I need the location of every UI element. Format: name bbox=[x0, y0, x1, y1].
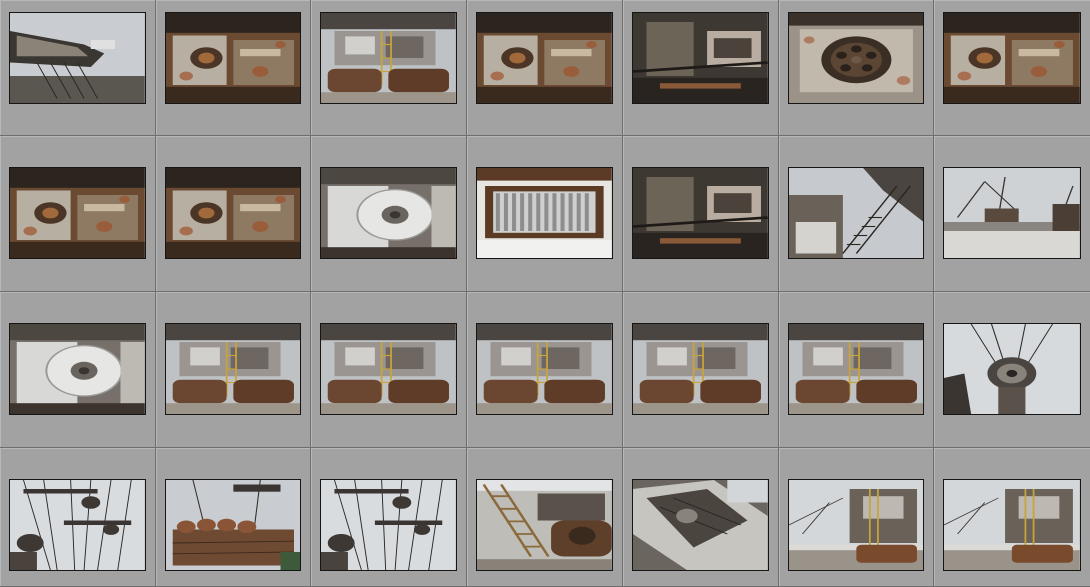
thumbnail-cell[interactable] bbox=[155, 448, 312, 587]
thumbnail-cell[interactable] bbox=[0, 292, 156, 448]
photo-image bbox=[321, 13, 457, 103]
photo-thumbnail[interactable] bbox=[631, 323, 769, 415]
thumbnail-cell[interactable] bbox=[311, 136, 468, 292]
thumbnail-cell[interactable] bbox=[778, 0, 935, 136]
photo-image bbox=[944, 13, 1080, 103]
thumbnail-cell[interactable] bbox=[622, 448, 779, 587]
photo-thumbnail[interactable] bbox=[164, 479, 302, 571]
photo-thumbnail[interactable] bbox=[943, 12, 1081, 104]
thumbnail-cell[interactable] bbox=[934, 136, 1090, 292]
photo-thumbnail[interactable] bbox=[787, 167, 925, 259]
photo-image bbox=[788, 168, 924, 258]
photo-thumbnail[interactable] bbox=[943, 167, 1081, 259]
photo-image bbox=[477, 480, 612, 570]
thumbnail-cell[interactable] bbox=[934, 292, 1090, 448]
photo-image bbox=[477, 324, 612, 414]
photo-thumbnail[interactable] bbox=[320, 479, 458, 571]
thumbnail-cell[interactable] bbox=[155, 292, 312, 448]
thumbnail-cell[interactable] bbox=[467, 136, 623, 292]
photo-thumbnail[interactable] bbox=[943, 323, 1081, 415]
photo-thumbnail[interactable] bbox=[787, 12, 925, 104]
thumbnail-cell[interactable] bbox=[622, 0, 779, 136]
photo-thumbnail[interactable] bbox=[164, 323, 302, 415]
photo-image bbox=[165, 168, 301, 258]
photo-image bbox=[632, 480, 768, 570]
photo-image bbox=[944, 324, 1080, 414]
thumbnail-cell[interactable] bbox=[778, 448, 935, 587]
photo-thumbnail[interactable] bbox=[476, 323, 613, 415]
photo-thumbnail[interactable] bbox=[164, 167, 302, 259]
photo-thumbnail[interactable] bbox=[320, 323, 458, 415]
thumbnail-cell[interactable] bbox=[311, 0, 468, 136]
photo-image bbox=[10, 480, 145, 570]
thumbnail-cell[interactable] bbox=[934, 448, 1090, 587]
photo-thumbnail[interactable] bbox=[631, 479, 769, 571]
photo-image bbox=[788, 13, 924, 103]
thumbnail-cell[interactable] bbox=[467, 292, 623, 448]
photo-image bbox=[944, 480, 1080, 570]
thumbnail-cell[interactable] bbox=[778, 136, 935, 292]
photo-thumbnail[interactable] bbox=[476, 167, 613, 259]
photo-thumbnail[interactable] bbox=[164, 12, 302, 104]
photo-thumbnail[interactable] bbox=[476, 479, 613, 571]
photo-image bbox=[10, 13, 145, 103]
photo-image bbox=[10, 168, 145, 258]
photo-image bbox=[477, 13, 612, 103]
photo-thumbnail[interactable] bbox=[476, 12, 613, 104]
photo-thumbnail[interactable] bbox=[9, 167, 146, 259]
thumbnail-cell[interactable] bbox=[155, 0, 312, 136]
photo-image bbox=[321, 324, 457, 414]
photo-thumbnail[interactable] bbox=[631, 167, 769, 259]
photo-thumbnail[interactable] bbox=[9, 479, 146, 571]
thumbnail-cell[interactable] bbox=[778, 292, 935, 448]
photo-thumbnail[interactable] bbox=[631, 12, 769, 104]
photo-image bbox=[10, 324, 145, 414]
photo-image bbox=[944, 168, 1080, 258]
photo-image bbox=[477, 168, 612, 258]
photo-image bbox=[165, 324, 301, 414]
photo-thumbnail[interactable] bbox=[787, 323, 925, 415]
thumbnail-cell[interactable] bbox=[622, 292, 779, 448]
photo-thumbnail[interactable] bbox=[787, 479, 925, 571]
thumbnail-cell[interactable] bbox=[467, 448, 623, 587]
thumbnail-cell[interactable] bbox=[0, 136, 156, 292]
photo-thumbnail[interactable] bbox=[320, 167, 458, 259]
thumbnail-cell[interactable] bbox=[155, 136, 312, 292]
photo-thumbnail[interactable] bbox=[320, 12, 458, 104]
photo-image bbox=[632, 324, 768, 414]
thumbnail-cell[interactable] bbox=[934, 0, 1090, 136]
photo-grid bbox=[0, 0, 1090, 587]
thumbnail-cell[interactable] bbox=[622, 136, 779, 292]
photo-image bbox=[165, 480, 301, 570]
thumbnail-cell[interactable] bbox=[467, 0, 623, 136]
photo-image bbox=[165, 13, 301, 103]
thumbnail-cell[interactable] bbox=[0, 448, 156, 587]
photo-thumbnail[interactable] bbox=[943, 479, 1081, 571]
photo-image bbox=[321, 168, 457, 258]
photo-thumbnail[interactable] bbox=[9, 12, 146, 104]
photo-image bbox=[788, 480, 924, 570]
photo-image bbox=[632, 13, 768, 103]
thumbnail-cell[interactable] bbox=[311, 292, 468, 448]
photo-image bbox=[788, 324, 924, 414]
thumbnail-cell[interactable] bbox=[311, 448, 468, 587]
thumbnail-cell[interactable] bbox=[0, 0, 156, 136]
photo-thumbnail[interactable] bbox=[9, 323, 146, 415]
photo-image bbox=[321, 480, 457, 570]
photo-image bbox=[632, 168, 768, 258]
